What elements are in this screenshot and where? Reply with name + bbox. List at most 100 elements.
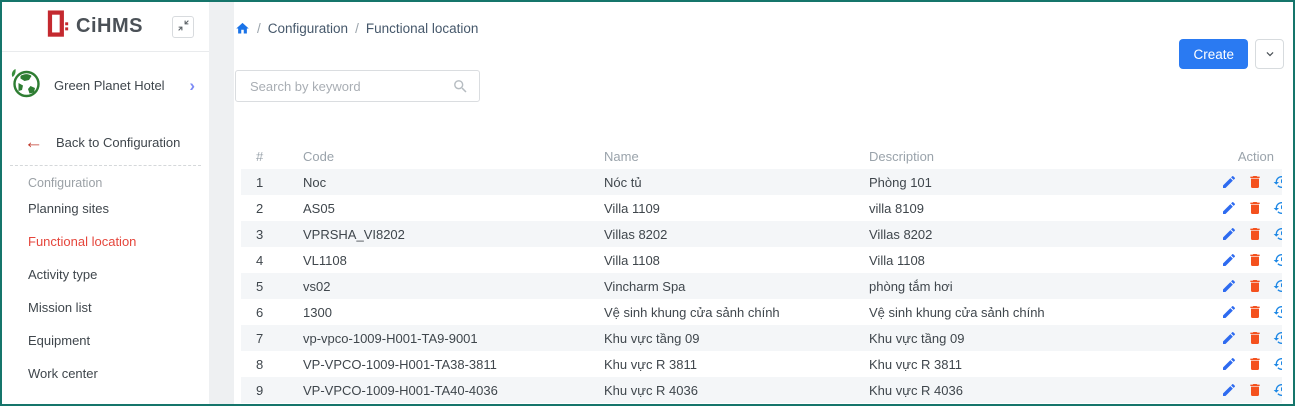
delete-icon[interactable] xyxy=(1247,278,1263,294)
breadcrumb: / Configuration / Functional location xyxy=(235,21,478,36)
breadcrumb-item[interactable]: Configuration xyxy=(268,21,348,36)
cell-actions xyxy=(1211,377,1282,403)
home-icon[interactable] xyxy=(235,21,250,36)
table-row: 7vp-vpco-1009-H001-TA9-9001Khu vực tầng … xyxy=(241,325,1282,351)
table-row: 61300Vệ sinh khung cửa sảnh chínhVệ sinh… xyxy=(241,299,1282,325)
sidebar-section-label: Configuration xyxy=(2,166,209,192)
back-to-configuration-link[interactable]: ← Back to Configuration xyxy=(2,133,209,152)
edit-icon[interactable] xyxy=(1221,252,1237,268)
cihms-logo[interactable]: CiHMS xyxy=(47,9,143,44)
cell-code: 1300 xyxy=(303,299,604,325)
edit-icon[interactable] xyxy=(1221,382,1237,398)
cell-name: Khu vực R 4036 xyxy=(604,377,869,403)
toolbar: Create xyxy=(1179,39,1284,69)
back-label: Back to Configuration xyxy=(56,135,180,150)
table-header-row: #CodeNameDescriptionAction xyxy=(241,143,1282,169)
collapse-arrows-icon xyxy=(177,19,190,35)
cell-actions xyxy=(1211,169,1282,195)
cell-index: 3 xyxy=(241,221,303,247)
create-button[interactable]: Create xyxy=(1179,39,1248,69)
sidebar-item-activity-type[interactable]: Activity type xyxy=(2,258,209,291)
cell-index: 2 xyxy=(241,195,303,221)
table-row: 4VL1108Villa 1108Villa 1108 xyxy=(241,247,1282,273)
cell-name: Nóc tủ xyxy=(604,169,869,195)
sidebar-item-functional-location[interactable]: Functional location xyxy=(2,225,209,258)
delete-icon[interactable] xyxy=(1247,330,1263,346)
edit-icon[interactable] xyxy=(1221,330,1237,346)
cell-description: Phòng 101 xyxy=(869,169,1211,195)
cell-description: Villa 1108 xyxy=(869,247,1211,273)
history-icon[interactable] xyxy=(1273,252,1282,268)
delete-icon[interactable] xyxy=(1247,174,1263,190)
breadcrumb-items: / Configuration / Functional location xyxy=(257,21,478,36)
cell-index: 4 xyxy=(241,247,303,273)
delete-icon[interactable] xyxy=(1247,382,1263,398)
delete-icon[interactable] xyxy=(1247,304,1263,320)
cell-index: 9 xyxy=(241,377,303,403)
content-gap xyxy=(209,2,234,404)
cell-name: Khu vực R 3811 xyxy=(604,351,869,377)
delete-icon[interactable] xyxy=(1247,252,1263,268)
sidebar-logo-row: CiHMS xyxy=(2,2,209,52)
logo-text: CiHMS xyxy=(76,15,143,38)
cell-name: Vincharm Spa xyxy=(604,273,869,299)
delete-icon[interactable] xyxy=(1247,200,1263,216)
edit-icon[interactable] xyxy=(1221,278,1237,294)
cell-index: 8 xyxy=(241,351,303,377)
delete-icon[interactable] xyxy=(1247,356,1263,372)
edit-icon[interactable] xyxy=(1221,200,1237,216)
cell-code: vp-vpco-1009-H001-TA9-9001 xyxy=(303,325,604,351)
sidebar: CiHMS Green Planet Hot xyxy=(2,2,209,404)
cihms-door-icon xyxy=(47,9,69,44)
edit-icon[interactable] xyxy=(1221,174,1237,190)
history-icon[interactable] xyxy=(1273,278,1282,294)
cell-code: VP-VPCO-1009-H001-TA38-3811 xyxy=(303,351,604,377)
column-header-index: # xyxy=(241,143,303,169)
cell-description: Khu vực R 4036 xyxy=(869,377,1211,403)
cell-name: Khu vực tầng 09 xyxy=(604,325,869,351)
history-icon[interactable] xyxy=(1273,330,1282,346)
cell-index: 1 xyxy=(241,169,303,195)
main-content: / Configuration / Functional location Creat… xyxy=(234,2,1293,404)
cell-name: Villa 1108 xyxy=(604,247,869,273)
history-icon[interactable] xyxy=(1273,200,1282,216)
cell-index: 7 xyxy=(241,325,303,351)
sidebar-item-work-center[interactable]: Work center xyxy=(2,357,209,390)
chevron-down-icon xyxy=(1263,47,1277,61)
breadcrumb-separator: / xyxy=(355,21,359,36)
cell-code: VPRSHA_VI8202 xyxy=(303,221,604,247)
cell-code: vs02 xyxy=(303,273,604,299)
edit-icon[interactable] xyxy=(1221,226,1237,242)
sidebar-item-equipment[interactable]: Equipment xyxy=(2,324,209,357)
delete-icon[interactable] xyxy=(1247,226,1263,242)
cell-description: villa 8109 xyxy=(869,195,1211,221)
cell-description: phòng tắm hơi xyxy=(869,273,1211,299)
history-icon[interactable] xyxy=(1273,304,1282,320)
edit-icon[interactable] xyxy=(1221,356,1237,372)
functional-location-table: #CodeNameDescriptionAction 1NocNóc tủPhò… xyxy=(241,143,1282,404)
cell-index: 5 xyxy=(241,273,303,299)
history-icon[interactable] xyxy=(1273,174,1282,190)
column-header-name: Name xyxy=(604,143,869,169)
sidebar-item-mission-list[interactable]: Mission list xyxy=(2,291,209,324)
edit-icon[interactable] xyxy=(1221,304,1237,320)
search-input[interactable] xyxy=(248,78,452,95)
sidebar-item-planning-sites[interactable]: Planning sites xyxy=(2,192,209,225)
column-header-action: Action xyxy=(1211,143,1282,169)
cell-code: VP-VPCO-1009-H001-TA40-4036 xyxy=(303,377,604,403)
search-icon[interactable] xyxy=(452,78,469,95)
sidebar-collapse-button[interactable] xyxy=(172,16,194,38)
breadcrumb-separator: / xyxy=(257,21,261,36)
create-dropdown-button[interactable] xyxy=(1255,39,1284,69)
cell-description: Khu vực tầng 09 xyxy=(869,325,1211,351)
cell-index: 6 xyxy=(241,299,303,325)
history-icon[interactable] xyxy=(1273,226,1282,242)
table-row: 5vs02Vincharm Spaphòng tắm hơi xyxy=(241,273,1282,299)
breadcrumb-item[interactable]: Functional location xyxy=(366,21,479,36)
search-box xyxy=(235,70,480,102)
history-icon[interactable] xyxy=(1273,356,1282,372)
hotel-selector[interactable]: Green Planet Hotel › xyxy=(2,61,209,110)
cell-code: Noc xyxy=(303,169,604,195)
cell-actions xyxy=(1211,221,1282,247)
history-icon[interactable] xyxy=(1273,382,1282,398)
